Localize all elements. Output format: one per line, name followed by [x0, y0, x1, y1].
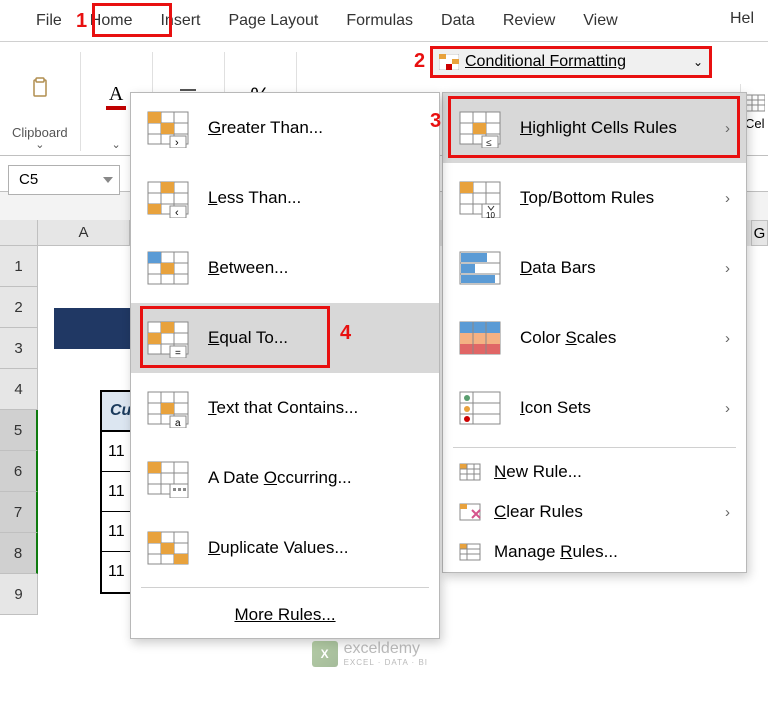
ribbon-tabs: File Home Insert Page Layout Formulas Da…: [0, 0, 768, 42]
menu-separator: [453, 447, 736, 448]
menu-label: Manage Rules...: [494, 542, 618, 562]
equal-to-icon: =: [146, 318, 190, 358]
clear-rules-icon: [458, 502, 482, 522]
menu-label: Duplicate Values...: [208, 538, 349, 558]
menu-between[interactable]: Between...: [131, 233, 439, 303]
menu-equal-to[interactable]: = Equal To...: [131, 303, 439, 373]
row-header[interactable]: 8: [0, 533, 38, 574]
tab-file[interactable]: File: [22, 2, 76, 40]
menu-label: Clear Rules: [494, 502, 583, 522]
menu-text-contains[interactable]: a Text that Contains...: [131, 373, 439, 443]
chevron-right-icon: ›: [725, 330, 730, 347]
tab-help[interactable]: Hel: [716, 0, 768, 38]
col-header-g[interactable]: G: [751, 220, 768, 246]
menu-label: A Date Occurring...: [208, 468, 352, 488]
menu-highlight-cells-rules[interactable]: ≤ Highlight Cells Rules ›: [443, 93, 746, 163]
menu-more-rules[interactable]: More Rules...: [131, 592, 439, 638]
tab-formulas[interactable]: Formulas: [332, 2, 427, 40]
color-scales-icon: [458, 318, 502, 358]
greater-than-icon: ›: [146, 108, 190, 148]
menu-date-occurring[interactable]: A Date Occurring...: [131, 443, 439, 513]
menu-less-than[interactable]: ‹ Less Than...: [131, 163, 439, 233]
chevron-right-icon: ›: [725, 120, 730, 137]
clipboard-icon: [28, 76, 52, 100]
chevron-right-icon: ›: [725, 504, 730, 521]
menu-manage-rules[interactable]: Manage Rules...: [443, 532, 746, 572]
svg-text:›: ›: [175, 137, 179, 148]
menu-clear-rules[interactable]: Clear Rules ›: [443, 492, 746, 532]
less-than-icon: ‹: [146, 178, 190, 218]
tab-insert[interactable]: Insert: [146, 2, 214, 40]
row-header[interactable]: 1: [0, 246, 38, 287]
menu-greater-than[interactable]: › Greater Than...: [131, 93, 439, 163]
data-bars-icon: [458, 248, 502, 288]
menu-label: Text that Contains...: [208, 398, 358, 418]
top-bottom-icon: 10: [458, 178, 502, 218]
menu-label: Less Than...: [208, 188, 301, 208]
new-rule-icon: [458, 462, 482, 482]
tab-page-layout[interactable]: Page Layout: [214, 2, 332, 40]
chevron-right-icon: ›: [725, 190, 730, 207]
menu-top-bottom-rules[interactable]: 10 Top/Bottom Rules ›: [443, 163, 746, 233]
menu-label: Color Scales: [520, 328, 616, 348]
watermark: X exceldemy EXCEL · DATA · BI: [312, 640, 428, 667]
row-header[interactable]: 7: [0, 492, 38, 533]
chevron-down-icon: ⌄: [693, 55, 703, 69]
menu-data-bars[interactable]: Data Bars ›: [443, 233, 746, 303]
col-header-a[interactable]: A: [38, 220, 130, 246]
conditional-formatting-button[interactable]: Conditional Formatting ⌄: [432, 48, 710, 76]
manage-rules-icon: [458, 542, 482, 562]
tab-home[interactable]: Home: [76, 2, 147, 40]
highlight-cells-rules-menu: › Greater Than... ‹ Less Than... Between…: [130, 92, 440, 639]
text-contains-icon: a: [146, 388, 190, 428]
tab-view[interactable]: View: [569, 2, 631, 40]
cond-fmt-icon: [439, 54, 459, 70]
row-header[interactable]: 5: [0, 410, 38, 451]
menu-icon-sets[interactable]: Icon Sets ›: [443, 373, 746, 443]
menu-label: Data Bars: [520, 258, 596, 278]
chevron-down-icon: ⌄: [112, 138, 121, 151]
svg-text:10: 10: [486, 211, 495, 218]
menu-color-scales[interactable]: Color Scales ›: [443, 303, 746, 373]
cells-icon: [745, 94, 765, 112]
chevron-right-icon: ›: [725, 400, 730, 417]
row-header[interactable]: 6: [0, 451, 38, 492]
menu-label: Greater Than...: [208, 118, 323, 138]
tab-data[interactable]: Data: [427, 2, 489, 40]
row-header[interactable]: 2: [0, 287, 38, 328]
row-header[interactable]: 4: [0, 369, 38, 410]
cond-fmt-label: Conditional Formatting: [465, 53, 626, 71]
menu-separator: [141, 587, 429, 588]
name-box[interactable]: C5: [8, 165, 120, 195]
svg-text:=: =: [175, 348, 181, 358]
menu-label: Highlight Cells Rules: [520, 118, 677, 138]
svg-text:‹: ‹: [175, 207, 179, 218]
menu-label: New Rule...: [494, 462, 582, 482]
svg-text:a: a: [175, 418, 181, 428]
date-icon: [146, 458, 190, 498]
group-clipboard[interactable]: Clipboard ⌄: [0, 52, 81, 151]
tab-review[interactable]: Review: [489, 2, 569, 40]
chevron-right-icon: ›: [725, 260, 730, 277]
highlight-cells-icon: ≤: [458, 108, 502, 148]
select-all-cell[interactable]: [0, 220, 38, 246]
menu-label: Equal To...: [208, 328, 288, 348]
between-icon: [146, 248, 190, 288]
row-header[interactable]: 3: [0, 328, 38, 369]
font-color-icon: A: [109, 83, 123, 106]
duplicate-icon: [146, 528, 190, 568]
menu-label: Top/Bottom Rules: [520, 188, 654, 208]
svg-text:≤: ≤: [486, 138, 492, 148]
watermark-logo: X: [312, 641, 338, 667]
menu-duplicate-values[interactable]: Duplicate Values...: [131, 513, 439, 583]
chevron-down-icon: ⌄: [35, 138, 44, 151]
icon-sets-icon: [458, 388, 502, 428]
menu-new-rule[interactable]: New Rule...: [443, 452, 746, 492]
row-header[interactable]: 9: [0, 574, 38, 615]
conditional-formatting-menu: ≤ Highlight Cells Rules › 10 Top/Bottom …: [442, 92, 747, 573]
menu-label: Between...: [208, 258, 288, 278]
menu-label: Icon Sets: [520, 398, 591, 418]
